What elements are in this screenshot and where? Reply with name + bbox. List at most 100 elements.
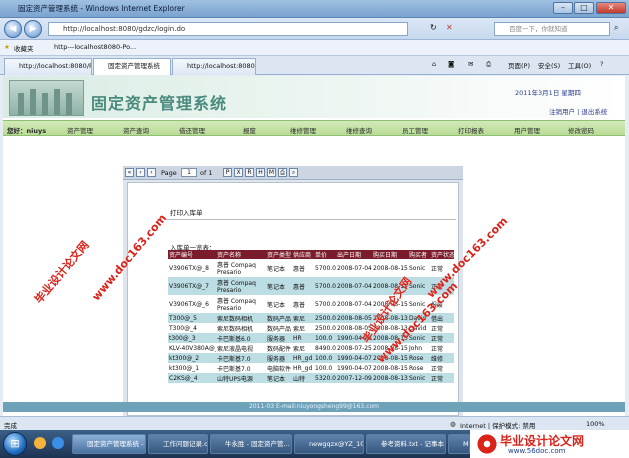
explorer-icon[interactable]: [34, 437, 46, 449]
stop-icon[interactable]: ✕: [446, 23, 453, 32]
table-cell: 正常: [431, 365, 444, 373]
favorite-link[interactable]: http---localhost8080-Po...: [54, 43, 136, 51]
safety-menu[interactable]: 安全(S): [538, 60, 560, 70]
menu-item-scrap[interactable]: 报废: [243, 125, 256, 135]
menu-item-users[interactable]: 用户管理: [514, 125, 540, 135]
table-cell: HR: [292, 333, 314, 343]
zoom-icon[interactable]: ⌕: [289, 168, 298, 177]
taskbar-item[interactable]: 工作问题记录.docx ...: [148, 434, 208, 454]
table-cell: 惠普 Compaq Presario: [217, 298, 256, 312]
export-excel-icon[interactable]: X: [234, 168, 243, 177]
column-header: 出产日期: [336, 250, 372, 259]
table-cell: V3906TX@_6: [169, 300, 209, 308]
export-xml-icon[interactable]: M: [267, 168, 276, 177]
next-page-icon[interactable]: ›: [147, 168, 156, 177]
back-button[interactable]: ◀: [4, 20, 22, 38]
taskbar: ⊞ 固定资产管理系统 - ... 工作问题记录.docx ... 牛永胜 - 固…: [0, 430, 629, 458]
table-cell: 正常: [430, 333, 454, 343]
table-cell: 正常: [430, 373, 454, 383]
menu-item-repair-mgmt[interactable]: 维修管理: [290, 125, 316, 135]
browser-tab[interactable]: http://localhost:8080/Po...: [4, 58, 92, 75]
table-cell: 正常: [431, 325, 444, 333]
print-report-icon[interactable]: ⎙: [278, 168, 287, 177]
menu-item-repair-query[interactable]: 维修查询: [346, 125, 372, 135]
logout-links[interactable]: 注销用户 | 退出系统: [549, 106, 607, 116]
table-cell: 2008-07-04: [337, 300, 372, 308]
print-icon[interactable]: ⎙: [486, 60, 491, 69]
table-cell: T300@_4: [169, 324, 197, 332]
first-page-icon[interactable]: «: [125, 168, 134, 177]
browser-tab[interactable]: http://localhost:8080/Po...: [172, 58, 256, 75]
address-bar[interactable]: http://localhost:8080/gdzc/login.do: [48, 22, 408, 36]
taskbar-item[interactable]: newgqzx@YZ_10.2...: [294, 434, 364, 454]
prev-page-icon[interactable]: ‹: [136, 168, 145, 177]
table-cell: 5700.0: [314, 277, 336, 295]
table-cell: 卡巴斯基7.0: [217, 365, 251, 373]
table-cell: 惠普: [293, 301, 306, 309]
start-button[interactable]: ⊞: [3, 432, 27, 456]
main-menu: 您好：niuys 资产管理 资产查询 借还管理 报废 维修管理 维修查询 员工管…: [3, 120, 625, 136]
table-cell: t300@_3: [168, 333, 216, 343]
favorites-button[interactable]: 收藏夹: [14, 43, 34, 53]
column-header: 供应商: [292, 250, 314, 259]
page-number-input[interactable]: 1: [181, 168, 197, 177]
table-cell: 数码产品: [267, 325, 292, 333]
close-window-button[interactable]: ✕: [596, 2, 626, 14]
building-logo: [9, 80, 84, 116]
table-cell: V3906TX@_8: [169, 264, 209, 272]
menu-item-asset-query[interactable]: 资产查询: [123, 125, 149, 135]
feeds-icon[interactable]: ◙: [448, 60, 454, 68]
menu-item-asset-mgmt[interactable]: 资产管理: [67, 125, 93, 135]
table-cell: John: [409, 344, 423, 352]
table-row: V3906TX@_8 惠普 Compaq Presario 笔记本 惠普 5700.0 2…: [168, 259, 454, 277]
table-cell: Rose: [408, 353, 430, 363]
site-watermark: 毕业设计论文网 www.56doc.com: [470, 430, 629, 458]
menu-item-staff[interactable]: 员工管理: [402, 125, 428, 135]
help-icon[interactable]: ?: [600, 60, 603, 68]
menu-item-password[interactable]: 修改密码: [568, 125, 594, 135]
taskbar-item[interactable]: My...: [448, 434, 470, 454]
table-cell: HR_gd: [293, 364, 313, 372]
report-toolbar: « ‹ › Page 1 of 1 P X R H M ⎙ ⌕: [123, 166, 463, 180]
export-rtf-icon[interactable]: R: [245, 168, 254, 177]
menu-item-print[interactable]: 打印报表: [458, 125, 484, 135]
minimize-button[interactable]: –: [553, 2, 573, 14]
table-cell: 维修: [430, 353, 454, 363]
page-label: Page: [161, 169, 177, 177]
current-date: 2011年3月1日 星期四: [515, 89, 581, 97]
table-cell: kt300@_1: [169, 364, 200, 372]
export-html-icon[interactable]: H: [256, 168, 265, 177]
table-cell: 1990-04-07: [336, 353, 372, 363]
app-banner: 固定资产管理系统 2011年3月1日 星期四 注销用户 | 退出系统: [3, 76, 625, 118]
table-cell: 索尼液晶电视: [217, 345, 254, 353]
table-cell: Rose: [409, 364, 424, 372]
column-header: 资产名称: [216, 250, 266, 259]
table-cell: 索尼数码相机: [217, 325, 254, 333]
taskbar-item[interactable]: 牛永胜 - 固定资产管...: [210, 434, 292, 454]
tools-menu[interactable]: 工具(O): [568, 60, 591, 70]
search-icon[interactable]: ⌕: [614, 23, 618, 33]
table-cell: 索尼: [293, 325, 306, 333]
page-menu[interactable]: 页面(P): [508, 60, 530, 70]
zoom-level[interactable]: 100%: [586, 420, 605, 428]
table-cell: 笔记本: [267, 265, 286, 273]
taskbar-item[interactable]: 固定资产管理系统 - ...: [72, 434, 146, 454]
table-cell: Sonic: [408, 373, 430, 383]
taskbar-item[interactable]: 参考资料.txt - 记事本: [366, 434, 446, 454]
search-input[interactable]: 百度一下，你就知道: [494, 22, 610, 36]
security-zone[interactable]: Internet | 保护模式: 禁用: [460, 420, 535, 430]
maximize-button[interactable]: □: [574, 2, 594, 14]
menu-item-borrow[interactable]: 借还管理: [179, 125, 205, 135]
home-icon[interactable]: ⌂: [432, 60, 436, 68]
table-cell: 索尼: [293, 345, 306, 353]
column-header: 资产类型: [266, 250, 292, 259]
forward-button[interactable]: ▶: [24, 20, 42, 38]
ie-icon[interactable]: [52, 437, 64, 449]
table-cell: 2500.0: [315, 324, 336, 332]
watermark-text: 毕业设计论文网: [32, 238, 92, 306]
refresh-icon[interactable]: ↻: [430, 23, 437, 32]
mail-icon[interactable]: ✉: [468, 60, 473, 68]
browser-tab-active[interactable]: 固定资产管理系统: [93, 58, 171, 75]
table-cell: 卡巴斯基7.0: [216, 353, 266, 363]
export-pdf-icon[interactable]: P: [223, 168, 232, 177]
